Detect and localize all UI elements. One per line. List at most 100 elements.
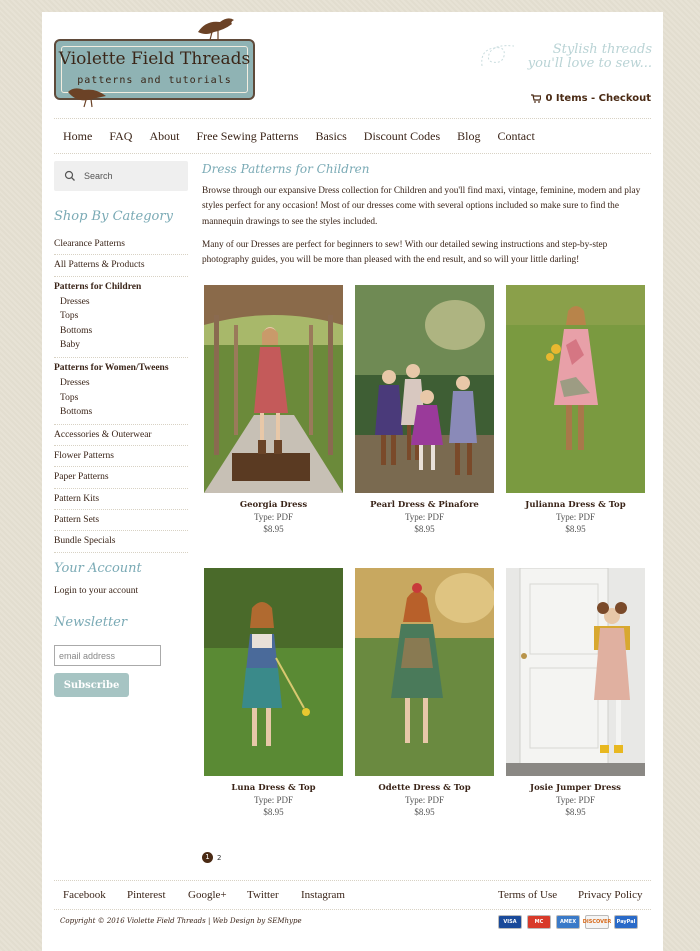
tagline-line-1: Stylish threads — [552, 42, 652, 57]
footer-terms-link[interactable]: Terms of Use — [498, 889, 557, 901]
category-all-patterns[interactable]: All Patterns & Products — [54, 255, 188, 277]
site-logo[interactable]: Violette Field Threads patterns and tuto… — [54, 18, 255, 112]
nav-free-sewing-patterns[interactable]: Free Sewing Patterns — [196, 129, 298, 144]
logo-title: Violette Field Threads — [58, 49, 251, 69]
category-clearance[interactable]: Clearance Patterns — [54, 234, 188, 256]
product-name[interactable]: Julianna Dress & Top — [506, 500, 645, 510]
search-box — [54, 161, 188, 191]
nav-faq[interactable]: FAQ — [109, 129, 132, 144]
discover-card-icon: DISCOVER — [583, 915, 611, 929]
product-card[interactable]: Odette Dress & Top Type: PDF $8.95 — [355, 568, 494, 817]
nav-discount-codes[interactable]: Discount Codes — [364, 129, 440, 144]
category-list: Clearance Patterns All Patterns & Produc… — [54, 234, 188, 553]
page-2-link[interactable]: 2 — [217, 854, 221, 862]
category-paper-patterns[interactable]: Paper Patterns — [54, 467, 188, 489]
login-link[interactable]: Login to your account — [54, 586, 138, 596]
paypal-icon: PayPal — [614, 915, 638, 929]
page-title: Dress Patterns for Children — [202, 162, 370, 176]
product-card[interactable]: Pearl Dress & Pinafore Type: PDF $8.95 — [355, 285, 494, 534]
product-type: Type: PDF — [555, 512, 596, 522]
subscribe-button[interactable]: Subscribe — [54, 673, 129, 697]
product-type: Type: PDF — [555, 795, 596, 805]
product-card[interactable]: Luna Dress & Top Type: PDF $8.95 — [204, 568, 343, 817]
page-container: Violette Field Threads patterns and tuto… — [42, 12, 663, 951]
footer-privacy-link[interactable]: Privacy Policy — [578, 889, 642, 901]
nav-contact[interactable]: Contact — [497, 129, 534, 144]
product-type: Type: PDF — [253, 795, 294, 805]
product-price: $8.95 — [263, 524, 284, 534]
category-children-baby[interactable]: Baby — [54, 338, 188, 353]
category-flower-patterns[interactable]: Flower Patterns — [54, 446, 188, 468]
nav-home[interactable]: Home — [63, 129, 92, 144]
product-image[interactable] — [355, 568, 494, 776]
product-price: $8.95 — [414, 524, 435, 534]
cart-link[interactable]: 0 Items - Checkout — [531, 93, 651, 104]
site-tagline: Stylish threads you'll love to sew... — [482, 42, 652, 71]
intro-paragraph-1: Browse through our expansive Dress colle… — [202, 186, 641, 227]
payment-cards: VISA MC AMEX DISCOVER PayPal — [498, 915, 638, 929]
product-type: Type: PDF — [404, 512, 445, 522]
nav-about[interactable]: About — [149, 129, 179, 144]
search-icon[interactable] — [64, 170, 76, 182]
footer-twitter-link[interactable]: Twitter — [247, 889, 279, 901]
product-image[interactable] — [204, 285, 343, 493]
product-image[interactable] — [506, 285, 645, 493]
intro-paragraph-2: Many of our Dresses are perfect for begi… — [202, 240, 608, 266]
category-women-tops[interactable]: Tops — [54, 391, 188, 406]
main-navigation: Home FAQ About Free Sewing Patterns Basi… — [54, 118, 651, 154]
product-image[interactable] — [506, 568, 645, 776]
your-account-heading: Your Account — [54, 561, 142, 576]
category-pattern-kits[interactable]: Pattern Kits — [54, 489, 188, 510]
product-price: $8.95 — [414, 807, 435, 817]
footer-facebook-link[interactable]: Facebook — [63, 889, 106, 901]
product-card[interactable]: Julianna Dress & Top Type: PDF $8.95 — [506, 285, 645, 534]
product-price: $8.95 — [565, 807, 586, 817]
nav-blog[interactable]: Blog — [457, 129, 480, 144]
product-name[interactable]: Josie Jumper Dress — [506, 783, 645, 793]
shopping-cart-icon — [531, 94, 542, 103]
product-price: $8.95 — [263, 807, 284, 817]
footer-pinterest-link[interactable]: Pinterest — [127, 889, 166, 901]
footer-instagram-link[interactable]: Instagram — [301, 889, 345, 901]
product-price: $8.95 — [565, 524, 586, 534]
category-children-bottoms[interactable]: Bottoms — [54, 324, 188, 339]
tagline-line-2: you'll love to sew... — [527, 56, 652, 71]
category-children-tops[interactable]: Tops — [54, 309, 188, 324]
email-field[interactable] — [54, 645, 161, 666]
product-type: Type: PDF — [404, 795, 445, 805]
product-image[interactable] — [355, 285, 494, 493]
category-children-dresses[interactable]: Dresses — [54, 295, 188, 310]
copyright-text: Copyright © 2016 Violette Field Threads … — [60, 917, 302, 925]
nav-basics[interactable]: Basics — [315, 129, 346, 144]
newsletter-heading: Newsletter — [54, 615, 128, 630]
category-children[interactable]: Patterns for Children — [54, 281, 188, 294]
search-input[interactable] — [84, 171, 174, 181]
mastercard-icon: MC — [527, 915, 551, 929]
category-women-bottoms[interactable]: Bottoms — [54, 405, 188, 420]
footer-links: Facebook Pinterest Google+ Twitter Insta… — [54, 880, 651, 910]
amex-card-icon: AMEX — [556, 915, 580, 929]
product-card[interactable]: Josie Jumper Dress Type: PDF $8.95 — [506, 568, 645, 817]
bird-bottom-icon — [68, 88, 106, 108]
category-women-dresses[interactable]: Dresses — [54, 376, 188, 391]
cart-label: 0 Items - Checkout — [545, 93, 651, 104]
page-1-current[interactable]: 1 — [202, 852, 213, 863]
visa-card-icon: VISA — [498, 915, 522, 929]
category-group-women: Patterns for Women/Tweens Dresses Tops B… — [54, 358, 188, 425]
shop-by-category-heading: Shop By Category — [54, 209, 173, 224]
product-card[interactable]: Georgia Dress Type: PDF $8.95 — [204, 285, 343, 534]
category-group-children: Patterns for Children Dresses Tops Botto… — [54, 277, 188, 358]
category-accessories[interactable]: Accessories & Outerwear — [54, 425, 188, 447]
category-bundle-specials[interactable]: Bundle Specials — [54, 531, 188, 553]
bird-top-icon — [198, 18, 234, 41]
category-pattern-sets[interactable]: Pattern Sets — [54, 510, 188, 532]
product-image[interactable] — [204, 568, 343, 776]
product-name[interactable]: Georgia Dress — [204, 500, 343, 510]
product-name[interactable]: Odette Dress & Top — [355, 783, 494, 793]
pagination: 1 2 — [202, 852, 221, 863]
footer-googleplus-link[interactable]: Google+ — [188, 889, 227, 901]
product-type: Type: PDF — [253, 512, 294, 522]
product-name[interactable]: Pearl Dress & Pinafore — [355, 500, 494, 510]
product-name[interactable]: Luna Dress & Top — [204, 783, 343, 793]
category-women-tweens[interactable]: Patterns for Women/Tweens — [54, 362, 188, 375]
